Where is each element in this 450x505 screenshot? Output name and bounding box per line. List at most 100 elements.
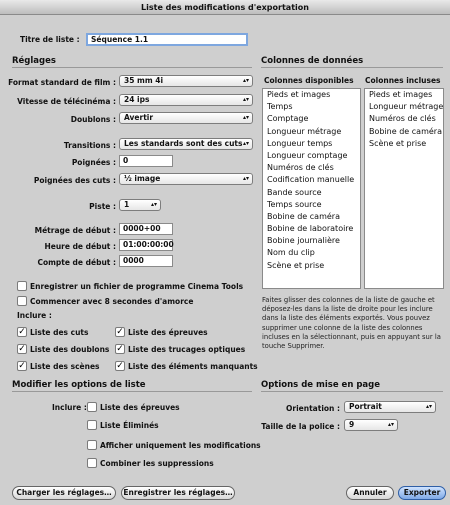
modify-heading: Modifier les options de liste [12,380,146,390]
handles-input[interactable]: 0 [119,155,173,167]
include-missing-checkbox[interactable]: ✓ [115,361,125,371]
cut-handles-value: ½ image [124,174,161,183]
start-count-input[interactable]: 0000 [119,255,173,267]
font-size-select[interactable]: 9 ▴▾ [344,419,398,431]
font-size-label: Taille de la police : [261,422,340,431]
load-settings-button[interactable]: Charger les réglages… [12,486,116,500]
save-cinema-tools-label: Enregistrer un fichier de programme Cine… [30,282,244,291]
list-item[interactable]: Bande source [263,187,360,199]
updown-arrows-icon: ▴▾ [242,140,249,147]
duplicates-select[interactable]: Avertir ▴▾ [119,112,253,124]
list-item[interactable]: Bobine de caméra [263,211,360,223]
modify-only-changes-label: Afficher uniquement les modifications [100,441,261,450]
list-item[interactable]: Scène et prise [263,260,360,272]
modify-include-label: Inclure : [52,403,87,412]
track-label: Piste : [89,202,116,211]
list-item[interactable]: Pieds et images [365,89,443,101]
included-columns-list[interactable]: Pieds et images Longueur métrage Numéros… [364,88,444,289]
include-proofs-checkbox[interactable]: ✓ [115,327,125,337]
include-cuts-checkbox[interactable]: ✓ [17,327,27,337]
transitions-select[interactable]: Les standards sont des cuts ▴▾ [119,138,253,150]
track-value: 1 [124,200,130,209]
film-format-label: Format standard de film : [8,78,116,87]
modify-combine-checkbox[interactable] [87,458,97,468]
orientation-select[interactable]: Portrait ▴▾ [344,401,436,413]
page-setup-rule [261,391,443,392]
orientation-value: Portrait [349,402,382,411]
duplicates-value: Avertir [124,113,154,122]
font-size-value: 9 [349,420,355,429]
settings-rule [12,67,252,68]
updown-arrows-icon: ▴▾ [242,175,249,182]
list-item[interactable]: Bobine journalière [263,235,360,247]
include-cuts-label: Liste des cuts [30,328,89,337]
window-title: Liste des modifications d'exportation [0,0,450,15]
save-settings-button[interactable]: Enregistrer les réglages… [121,486,235,500]
list-item[interactable]: Numéros de clés [365,113,443,125]
track-select[interactable]: 1 ▴▾ [119,199,161,211]
list-item[interactable]: Longueur temps [263,138,360,150]
start-time-input[interactable]: 01:00:00:00 [119,239,174,251]
start-count-label: Compte de début : [37,258,116,267]
include-label: Inclure : [17,311,52,320]
modify-only-changes-checkbox[interactable] [87,440,97,450]
available-columns-heading: Colonnes disponibles [264,76,354,85]
include-duplicates-checkbox[interactable]: ✓ [17,344,27,354]
transitions-value: Les standards sont des cuts [124,139,243,148]
include-duplicates-label: Liste des doublons [30,345,110,354]
orientation-label: Orientation : [286,404,340,413]
include-optical-label: Liste des trucages optiques [128,345,246,354]
list-item[interactable]: Bobine de caméra [365,126,443,138]
export-button[interactable]: Exporter [398,486,446,500]
list-item[interactable]: Comptage [263,113,360,125]
include-optical-checkbox[interactable]: ✓ [115,344,125,354]
save-cinema-tools-checkbox[interactable] [17,281,27,291]
cut-handles-label: Poignées des cuts : [33,176,116,185]
list-item[interactable]: Longueur métrage [365,101,443,113]
list-title-input[interactable]: Séquence 1.1 [86,33,248,46]
transitions-label: Transitions : [63,141,116,150]
telecine-speed-label: Vitesse de télécinéma : [17,97,116,106]
updown-arrows-icon: ▴▾ [150,201,157,208]
list-item[interactable]: Nom du clip [263,247,360,259]
film-format-value: 35 mm 4i [124,76,164,85]
list-item[interactable]: Temps source [263,199,360,211]
columns-hint: Faites glisser des colonnes de la liste … [262,296,441,351]
modify-proofs-label: Liste des épreuves [100,403,180,412]
film-format-select[interactable]: 35 mm 4i ▴▾ [119,75,253,87]
included-columns-heading: Colonnes incluses [365,76,441,85]
list-item[interactable]: Bobine de laboratoire [263,223,360,235]
include-proofs-label: Liste des épreuves [128,328,208,337]
cancel-button[interactable]: Annuler [346,486,394,500]
updown-arrows-icon: ▴▾ [242,77,249,84]
modify-eliminated-checkbox[interactable] [87,420,97,430]
columns-rule [261,67,443,68]
modify-proofs-checkbox[interactable] [87,402,97,412]
list-item[interactable]: Longueur métrage [263,126,360,138]
duplicates-label: Doublons : [70,115,116,124]
start-footage-input[interactable]: 0000+00 [119,223,173,235]
include-scenes-checkbox[interactable]: ✓ [17,361,27,371]
updown-arrows-icon: ▴▾ [242,114,249,121]
telecine-speed-value: 24 ips [124,95,150,104]
countdown-checkbox[interactable] [17,296,27,306]
list-title-label: Titre de liste : [20,35,80,44]
cut-handles-select[interactable]: ½ image ▴▾ [119,173,253,185]
list-item[interactable]: Scène et prise [365,138,443,150]
list-item[interactable]: Temps [263,101,360,113]
start-footage-label: Métrage de début : [34,226,116,235]
modify-combine-label: Combiner les suppressions [100,459,214,468]
telecine-speed-select[interactable]: 24 ips ▴▾ [119,94,253,106]
available-columns-list[interactable]: Pieds et images Temps Comptage Longueur … [262,88,361,289]
include-missing-label: Liste des éléments manquants [128,362,258,371]
modify-rule [12,391,252,392]
settings-heading: Réglages [12,56,56,66]
page-setup-heading: Options de mise en page [261,380,381,390]
list-item[interactable]: Codification manuelle [263,174,360,186]
list-item[interactable]: Pieds et images [263,89,360,101]
columns-heading: Colonnes de données [261,56,364,66]
modify-eliminated-label: Liste Éliminés [100,421,159,430]
list-item[interactable]: Numéros de clés [263,162,360,174]
start-time-label: Heure de début : [44,242,116,251]
list-item[interactable]: Longueur comptage [263,150,360,162]
